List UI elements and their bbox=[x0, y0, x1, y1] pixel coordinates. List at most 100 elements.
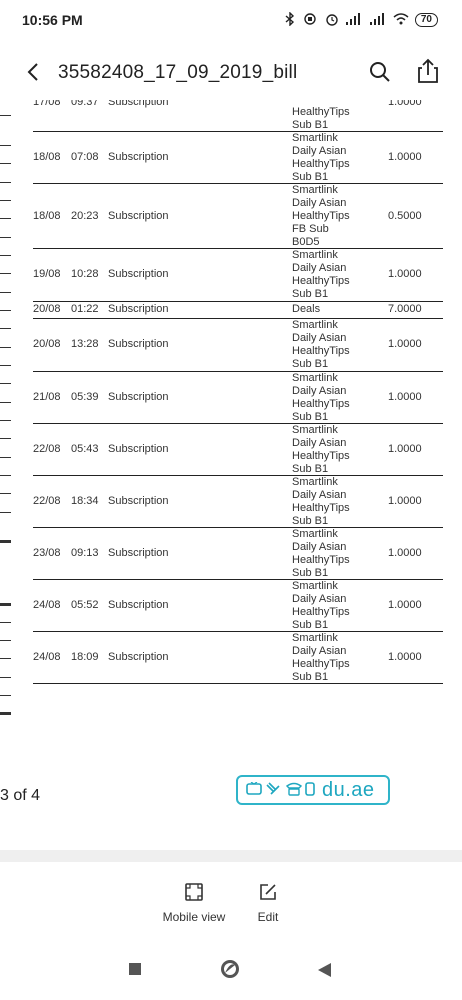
row-service: Smartlink Daily Asian HealthyTips Sub B1 bbox=[292, 528, 350, 579]
row-service: Smartlink Daily Asian HealthyTips Sub B1 bbox=[292, 632, 350, 683]
home-icon bbox=[221, 960, 239, 978]
row-date: 20/08 bbox=[33, 303, 61, 315]
recents-button[interactable] bbox=[128, 962, 142, 981]
du-logo: du.ae bbox=[236, 775, 390, 805]
share-icon bbox=[418, 58, 438, 83]
row-date: 21/08 bbox=[33, 391, 61, 403]
row-time: 18:34 bbox=[71, 495, 99, 507]
row-service: Smartlink Daily Asian HealthyTips FB Sub… bbox=[292, 184, 350, 248]
row-date: 19/08 bbox=[33, 268, 61, 280]
row-service: Smartlink Daily Asian HealthyTips Sub B1 bbox=[292, 476, 350, 527]
row-divider bbox=[33, 683, 443, 684]
toolbar-divider bbox=[0, 850, 462, 862]
row-date: 22/08 bbox=[33, 495, 61, 507]
tv-icon bbox=[246, 781, 262, 799]
system-nav-bar bbox=[0, 944, 462, 1000]
mobile-icon bbox=[305, 781, 315, 799]
mobile-view-button[interactable]: Mobile view bbox=[158, 882, 230, 924]
row-amount: 1.0000 bbox=[388, 100, 422, 108]
wifi-icon bbox=[393, 12, 409, 28]
row-service: Smartlink Daily Asian HealthyTips Sub B1 bbox=[292, 424, 350, 475]
search-icon bbox=[370, 62, 390, 82]
document-title: 35582408_17_09_2019_bill bbox=[58, 62, 298, 83]
satellite-icon bbox=[265, 781, 283, 799]
row-date: 20/08 bbox=[33, 338, 61, 350]
row-type: Subscription bbox=[108, 338, 169, 350]
chevron-left-icon bbox=[27, 63, 38, 81]
phone-icon bbox=[285, 782, 303, 799]
share-button[interactable] bbox=[416, 58, 440, 84]
row-amount: 7.0000 bbox=[388, 303, 422, 315]
document-viewer[interactable]: 17/08 09:37 Subscription 1.0000 HealthyT… bbox=[0, 100, 462, 850]
row-date: 17/08 bbox=[33, 100, 61, 108]
vibrate-icon bbox=[301, 12, 319, 28]
row-type: Subscription bbox=[108, 100, 169, 108]
row-time: 13:28 bbox=[71, 338, 99, 350]
du-logo-text: du.ae bbox=[322, 778, 375, 801]
row-amount: 1.0000 bbox=[388, 651, 422, 663]
status-time: 10:56 PM bbox=[22, 12, 83, 28]
row-date: 23/08 bbox=[33, 547, 61, 559]
row-time: 18:09 bbox=[71, 651, 99, 663]
row-amount: 1.0000 bbox=[388, 151, 422, 163]
row-time: 09:37 bbox=[71, 100, 99, 108]
row-amount: 0.5000 bbox=[388, 210, 422, 222]
bottom-toolbar: Mobile view Edit bbox=[0, 862, 462, 944]
alarm-icon bbox=[325, 12, 339, 29]
row-amount: 1.0000 bbox=[388, 391, 422, 403]
system-back-button[interactable] bbox=[316, 962, 332, 983]
search-button[interactable] bbox=[368, 60, 392, 84]
row-amount: 1.0000 bbox=[388, 547, 422, 559]
row-date: 24/08 bbox=[33, 651, 61, 663]
mobile-view-icon bbox=[185, 883, 203, 901]
row-service: Smartlink Daily Asian HealthyTips Sub B1 bbox=[292, 372, 350, 423]
status-icons: 70 bbox=[285, 10, 438, 29]
edit-icon bbox=[260, 884, 276, 900]
row-type: Subscription bbox=[108, 303, 169, 315]
row-service: Smartlink Daily Asian HealthyTips Sub B1 bbox=[292, 249, 350, 300]
row-time: 07:08 bbox=[71, 151, 99, 163]
row-time: 01:22 bbox=[71, 303, 99, 315]
status-bar: 10:56 PM 70 bbox=[0, 0, 462, 40]
row-amount: 1.0000 bbox=[388, 599, 422, 611]
battery-icon: 70 bbox=[414, 13, 438, 27]
row-time: 05:39 bbox=[71, 391, 99, 403]
row-type: Subscription bbox=[108, 391, 169, 403]
row-amount: 1.0000 bbox=[388, 495, 422, 507]
app-header: 35582408_17_09_2019_bill bbox=[0, 48, 462, 100]
back-button[interactable] bbox=[22, 60, 46, 84]
row-amount: 1.0000 bbox=[388, 268, 422, 280]
row-time: 05:43 bbox=[71, 443, 99, 455]
row-type: Subscription bbox=[108, 599, 169, 611]
row-time: 09:13 bbox=[71, 547, 99, 559]
page-indicator: 3 of 4 bbox=[0, 787, 41, 804]
row-type: Subscription bbox=[108, 495, 169, 507]
edit-label: Edit bbox=[257, 910, 279, 924]
row-service: Deals bbox=[292, 303, 321, 315]
signal-icon bbox=[345, 12, 363, 28]
row-time: 10:28 bbox=[71, 268, 99, 280]
row-divider bbox=[33, 301, 443, 302]
row-amount: 1.0000 bbox=[388, 338, 422, 350]
home-button[interactable] bbox=[219, 958, 241, 985]
mobile-view-label: Mobile view bbox=[162, 910, 226, 924]
bluetooth-icon bbox=[285, 10, 295, 29]
row-type: Subscription bbox=[108, 651, 169, 663]
row-date: 18/08 bbox=[33, 151, 61, 163]
row-amount: 1.0000 bbox=[388, 443, 422, 455]
row-service: Smartlink Daily Asian HealthyTips Sub B1 bbox=[292, 319, 350, 370]
row-type: Subscription bbox=[108, 151, 169, 163]
row-time: 20:23 bbox=[71, 210, 99, 222]
row-time: 05:52 bbox=[71, 599, 99, 611]
row-date: 24/08 bbox=[33, 599, 61, 611]
row-service: HealthyTips Sub B1 bbox=[292, 106, 350, 131]
row-service: Smartlink Daily Asian HealthyTips Sub B1 bbox=[292, 580, 350, 631]
row-type: Subscription bbox=[108, 268, 169, 280]
signal-icon-2 bbox=[369, 12, 387, 28]
row-date: 22/08 bbox=[33, 443, 61, 455]
row-date: 18/08 bbox=[33, 210, 61, 222]
edit-button[interactable]: Edit bbox=[248, 882, 288, 924]
page-margin-ticks bbox=[0, 100, 14, 750]
row-type: Subscription bbox=[108, 547, 169, 559]
row-type: Subscription bbox=[108, 443, 169, 455]
